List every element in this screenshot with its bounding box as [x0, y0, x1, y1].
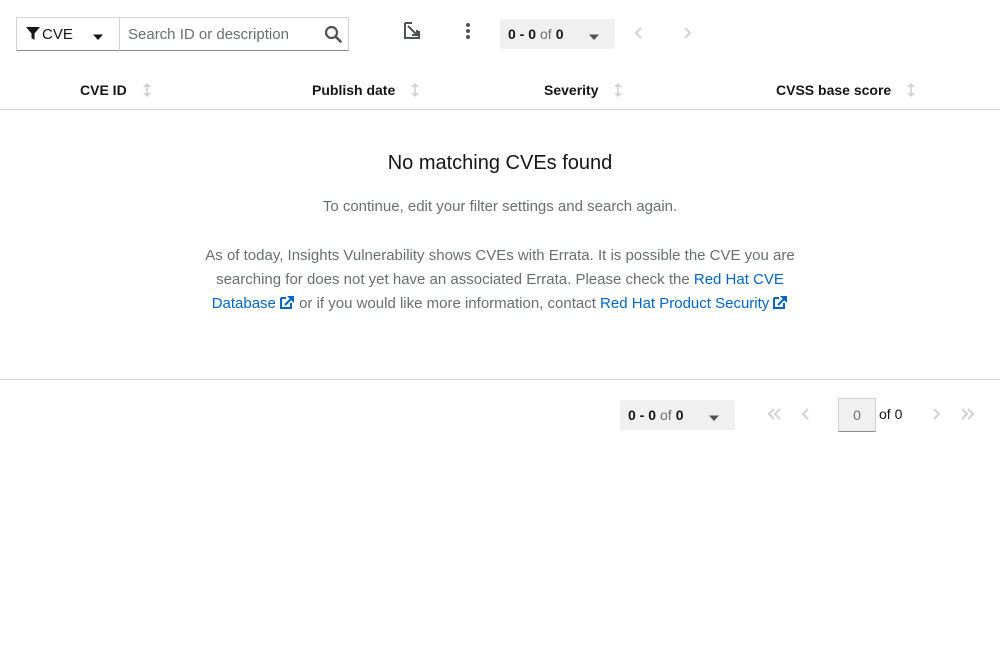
column-header-label: CVE ID: [80, 82, 127, 98]
pagination-total: 0: [555, 26, 564, 42]
pagination-range: 0 - 0: [628, 407, 657, 423]
first-page-icon[interactable]: [766, 406, 782, 422]
caret-down-icon: [709, 410, 719, 421]
table-header: CVE ID Publish date Severity CVSS base s…: [0, 72, 1000, 110]
column-header-severity[interactable]: Severity: [544, 82, 624, 98]
pagination-of: of: [540, 26, 552, 42]
empty-state-body: To continue, edit your filter settings a…: [322, 198, 678, 215]
page-number-input[interactable]: [838, 398, 876, 432]
pagination-of: of: [660, 407, 672, 423]
column-header-label: Publish date: [312, 82, 396, 98]
previous-page-icon[interactable]: [798, 406, 814, 422]
external-link-icon: [279, 293, 295, 309]
last-page-icon[interactable]: [960, 406, 976, 422]
link-label: Red Hat Product Security: [600, 295, 770, 312]
column-header-label: CVSS base score: [776, 82, 892, 98]
sort-icon: [905, 82, 917, 98]
column-header-cve-id[interactable]: CVE ID: [80, 82, 153, 98]
filter-icon: [25, 26, 41, 42]
sort-icon: [141, 82, 153, 98]
empty-state-title: No matching CVEs found: [387, 152, 613, 174]
caret-down-icon: [589, 29, 599, 40]
external-link-icon: [772, 293, 788, 309]
search-input[interactable]: [120, 18, 316, 50]
search-icon[interactable]: [324, 25, 342, 43]
pagination-total: 0: [675, 407, 684, 423]
caret-down-icon: [93, 29, 103, 40]
search-box: [119, 17, 349, 51]
pagination-toggle[interactable]: 0 - 0 of 0: [500, 19, 615, 49]
column-header-label: Severity: [544, 82, 599, 98]
red-hat-product-security-link[interactable]: Red Hat Product Security: [600, 295, 788, 312]
page-of-total: of 0: [879, 406, 903, 422]
bottom-pagination-toggle[interactable]: 0 - 0 of 0: [620, 400, 735, 430]
export-icon: [402, 21, 422, 46]
kebab-icon: [465, 22, 471, 45]
next-page-icon[interactable]: [679, 25, 695, 41]
empty-state-info-text: or if you would like more information, c…: [294, 295, 601, 312]
sort-icon: [612, 82, 624, 98]
pagination-range: 0 - 0: [508, 26, 537, 42]
empty-state: No matching CVEs found To continue, edit…: [0, 110, 1000, 380]
column-header-publish-date[interactable]: Publish date: [312, 82, 421, 98]
filter-select[interactable]: CVE: [16, 17, 120, 51]
filter-label: CVE: [42, 25, 73, 43]
next-page-icon[interactable]: [928, 406, 944, 422]
export-button[interactable]: [400, 21, 424, 45]
empty-state-info: As of today, Insights Vulnerability show…: [200, 244, 800, 316]
kebab-menu-button[interactable]: [456, 21, 480, 45]
column-header-cvss-base-score[interactable]: CVSS base score: [776, 82, 917, 98]
previous-page-icon[interactable]: [631, 25, 647, 41]
toolbar: CVE 0 - 0 of 0: [0, 0, 1000, 68]
sort-icon: [409, 82, 421, 98]
